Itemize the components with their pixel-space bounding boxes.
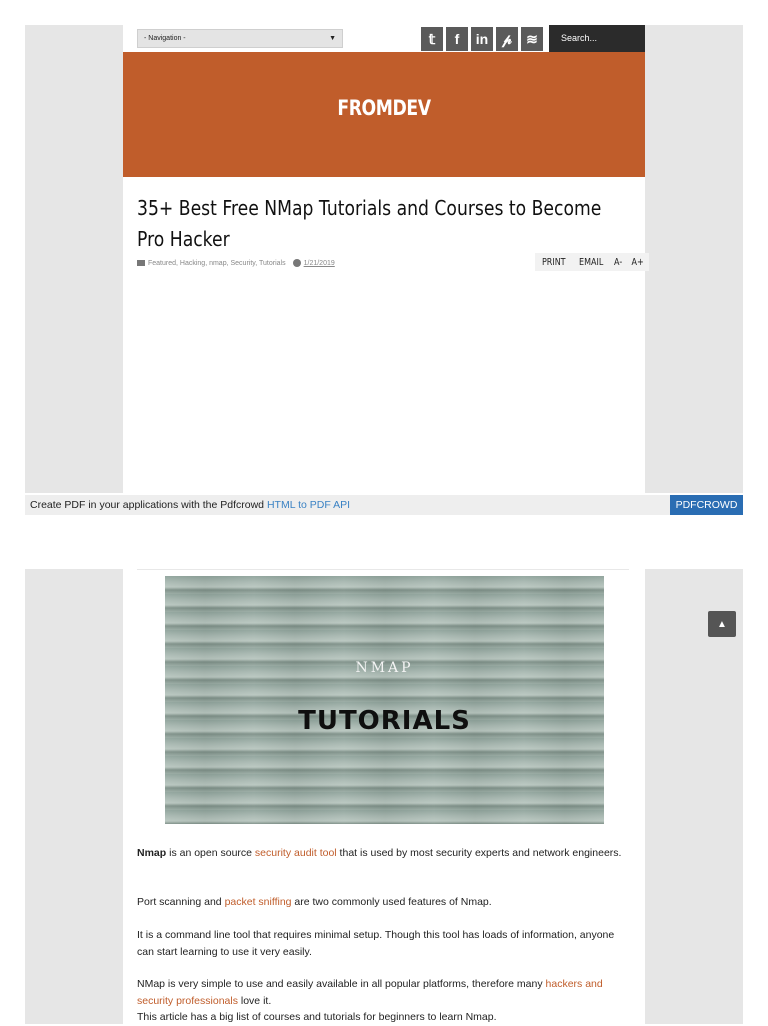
clock-icon (292, 259, 301, 267)
font-decrease-button[interactable]: A- (614, 257, 622, 268)
pdfcrowd-text: Create PDF in your applications with the… (30, 499, 350, 511)
text: is an open source (166, 847, 255, 859)
text: Port scanning and (137, 896, 225, 908)
packet-sniffing-link[interactable]: packet sniffing (225, 896, 292, 908)
linkedin-icon[interactable]: in (471, 27, 493, 51)
paragraph-3: It is a command line tool that requires … (137, 929, 615, 958)
site-header: FROMDEV (123, 52, 645, 177)
hero-subtitle: NMAP (355, 660, 414, 676)
divider (137, 569, 629, 570)
print-button[interactable]: PRINT (542, 257, 566, 268)
facebook-icon[interactable]: f (446, 27, 468, 51)
security-audit-tool-link[interactable]: security audit tool (255, 847, 337, 859)
paragraph-2: Port scanning and packet sniffing are tw… (137, 894, 632, 911)
pdf-page-2: NMAP TUTORIALS Nmap is an open source se… (25, 569, 743, 1024)
text: are two commonly used features of Nmap. (291, 896, 492, 908)
folder-icon (137, 260, 145, 266)
page-content: - Navigation - ▼ 𝕥 f in 𝓅 ≋ Search... FR… (123, 25, 650, 493)
navigation-select[interactable]: - Navigation - ▼ (137, 29, 343, 48)
pdfcrowd-message: Create PDF in your applications with the… (30, 499, 267, 511)
post-meta: Featured, Hacking, nmap, Security, Tutor… (137, 259, 335, 267)
navigation-select-label: - Navigation - (144, 35, 186, 42)
pdfcrowd-button[interactable]: PDFCROWD (670, 495, 743, 515)
article-content: NMAP TUTORIALS Nmap is an open source se… (123, 569, 645, 1024)
chevron-up-icon[interactable]: ▲ (708, 611, 736, 637)
post-tools: PRINT EMAIL A- A+ (535, 253, 650, 271)
text: NMap is very simple to use and easily av… (137, 978, 546, 990)
search-input[interactable]: Search... (549, 25, 645, 52)
text: love it. (237, 994, 272, 1007)
paragraph-5: This article has a big list of courses a… (137, 1011, 497, 1023)
twitter-icon[interactable]: 𝕥 (421, 27, 443, 51)
social-links: 𝕥 f in 𝓅 ≋ (421, 27, 543, 51)
site-title[interactable]: FROMDEV (170, 96, 598, 120)
hero-image: NMAP TUTORIALS (165, 576, 604, 824)
rss-icon[interactable]: ≋ (521, 27, 543, 51)
text: that is used by most security experts an… (336, 847, 622, 859)
paragraph-1: Nmap is an open source security audit to… (137, 845, 632, 862)
font-increase-button[interactable]: A+ (632, 257, 644, 268)
email-button[interactable]: EMAIL (579, 257, 603, 268)
post-date[interactable]: 1/21/2019 (304, 260, 335, 267)
pdfcrowd-footer: Create PDF in your applications with the… (25, 495, 743, 515)
nmap-bold: Nmap (137, 847, 167, 859)
post-categories[interactable]: Featured, Hacking, nmap, Security, Tutor… (148, 260, 286, 267)
caret-down-icon: ▼ (329, 35, 336, 42)
pinterest-icon[interactable]: 𝓅 (496, 27, 518, 51)
html-to-pdf-link[interactable]: HTML to PDF API (267, 499, 350, 511)
post-title: 35+ Best Free NMap Tutorials and Courses… (137, 196, 602, 251)
pdf-page-1: - Navigation - ▼ 𝕥 f in 𝓅 ≋ Search... FR… (25, 25, 743, 493)
paragraph-4: NMap is very simple to use and easily av… (137, 976, 632, 1009)
hero-title: TUTORIALS (298, 706, 471, 736)
